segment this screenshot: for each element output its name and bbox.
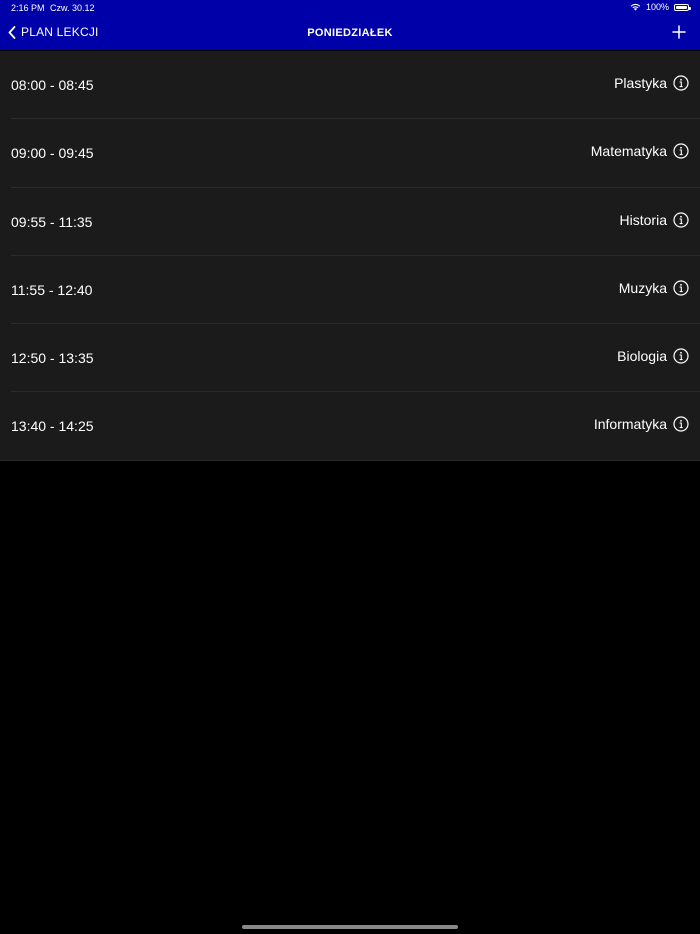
row-divider [0,459,700,461]
lesson-subject: Matematyka [590,143,667,160]
info-icon[interactable] [673,211,689,228]
lesson-subject-group: Historia [620,212,689,228]
lesson-subject-group: Informatyka [594,416,689,432]
battery-icon [674,3,691,11]
lesson-time: 08:00 - 08:45 [11,77,94,93]
lesson-subject-group: Muzyka [619,280,689,296]
lesson-row[interactable]: 08:00 - 08:45 Plastyka [0,51,700,120]
lesson-time: 09:00 - 09:45 [11,145,94,162]
navigation-bar: PLAN LEKCJI PONIEDZIAŁEK [0,17,700,50]
lesson-subject: Muzyka [618,279,667,296]
lesson-subject: Biologia [617,348,667,365]
battery-percentage: 100% [645,2,669,12]
status-time: 2:16 PM [11,3,45,13]
status-date: Czw. 30.12 [50,3,95,13]
page-title: PONIEDZIAŁEK [307,27,393,39]
top-bar: 2:16 PM Czw. 30.12 100% PLAN LEKCJI PONI… [0,0,700,50]
lesson-subject-group: Matematyka [591,143,689,159]
wifi-icon [630,3,641,11]
info-icon[interactable] [673,143,689,159]
info-icon[interactable] [673,416,689,433]
lesson-row[interactable]: 11:55 - 12:40 Muzyka [0,256,700,325]
lesson-row[interactable]: 09:55 - 11:35 Historia [0,188,700,256]
plus-icon[interactable] [672,25,686,39]
lesson-time: 11:55 - 12:40 [11,281,93,298]
status-indicators: 100% [630,2,691,12]
lesson-row[interactable]: 13:40 - 14:25 Informatyka [0,392,700,461]
lesson-subject-group: Plastyka [614,75,689,91]
lesson-subject: Plastyka [614,75,667,91]
lesson-time: 09:55 - 11:35 [11,213,93,230]
lesson-subject: Historia [619,211,667,228]
info-icon[interactable] [673,280,689,296]
info-icon[interactable] [673,348,689,364]
lesson-time: 12:50 - 13:35 [11,350,94,367]
lesson-list: 08:00 - 08:45 Plastyka 09:00 - 09:45 Mat… [0,51,700,461]
lesson-row[interactable]: 12:50 - 13:35 Biologia [0,324,700,393]
info-icon[interactable] [673,75,689,91]
home-indicator[interactable] [242,925,458,929]
status-bar: 2:16 PM Czw. 30.12 100% [0,0,700,17]
lesson-subject-group: Biologia [617,348,689,364]
lesson-time: 13:40 - 14:25 [11,418,94,435]
lesson-row[interactable]: 09:00 - 09:45 Matematyka [0,119,700,188]
lesson-subject: Informatyka [593,416,667,433]
